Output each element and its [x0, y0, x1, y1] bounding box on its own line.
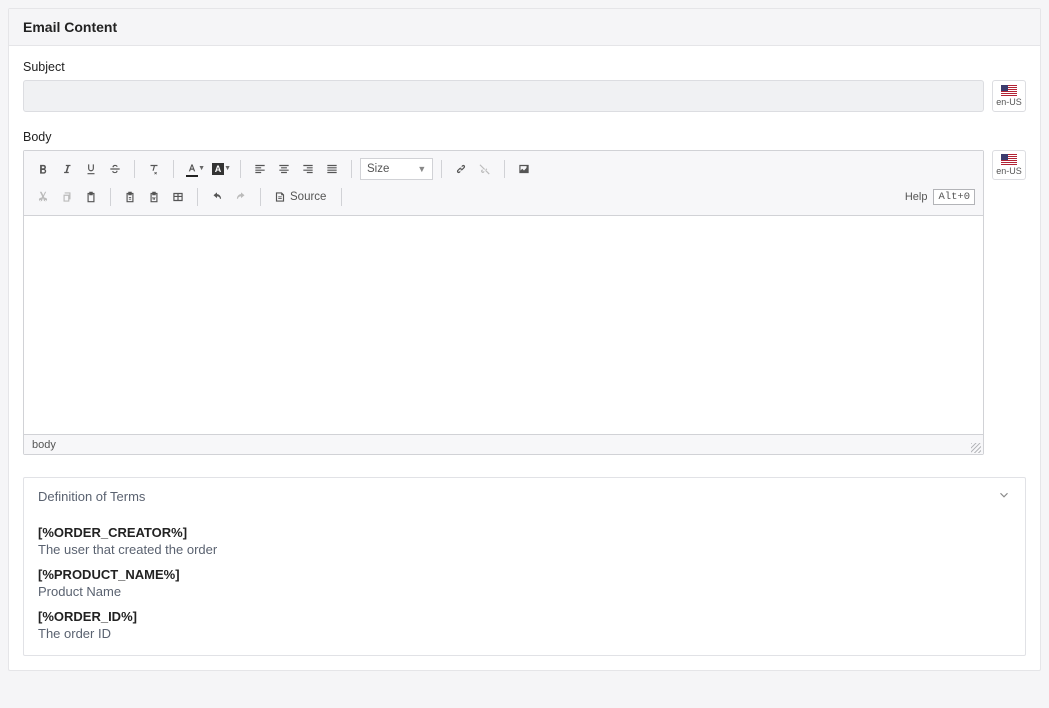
editor-path[interactable]: body [32, 439, 56, 451]
cut-button [32, 186, 54, 208]
image-button[interactable] [513, 158, 535, 180]
panel-title: Email Content [9, 9, 1040, 46]
clear-format-button[interactable] [143, 158, 165, 180]
align-center-button[interactable] [273, 158, 295, 180]
toolbar-separator [110, 188, 111, 206]
subject-row: en-US [23, 80, 1026, 112]
term-item: [%ORDER_CREATOR%] The user that created … [38, 525, 1011, 557]
term-token: [%PRODUCT_NAME%] [38, 567, 1011, 582]
term-token: [%ORDER_ID%] [38, 609, 1011, 624]
email-content-panel: Email Content Subject en-US Body [8, 8, 1041, 671]
terms-title: Definition of Terms [38, 489, 145, 504]
editor-content-area[interactable] [24, 216, 983, 434]
term-token: [%ORDER_CREATOR%] [38, 525, 1011, 540]
body-row: ▼ A ▼ Size ▼ [23, 150, 1026, 455]
toolbar-separator [441, 160, 442, 178]
locale-chip-subject[interactable]: en-US [992, 80, 1026, 112]
bold-button[interactable] [32, 158, 54, 180]
toolbar-separator [240, 160, 241, 178]
toolbar-separator [351, 160, 352, 178]
subject-label: Subject [23, 60, 1026, 74]
align-right-button[interactable] [297, 158, 319, 180]
italic-button[interactable] [56, 158, 78, 180]
help-shortcut: Alt+0 [933, 189, 975, 205]
paste-text-button[interactable] [119, 186, 141, 208]
rich-text-editor: ▼ A ▼ Size ▼ [23, 150, 984, 455]
help-zone: Help Alt+0 [905, 189, 975, 205]
font-size-label: Size [367, 163, 389, 175]
term-item: [%PRODUCT_NAME%] Product Name [38, 567, 1011, 599]
us-flag-icon [1001, 154, 1017, 165]
redo-button [230, 186, 252, 208]
term-desc: The user that created the order [38, 542, 1011, 557]
panel-body: Subject en-US Body [9, 46, 1040, 670]
undo-button[interactable] [206, 186, 228, 208]
unlink-button [474, 158, 496, 180]
text-color-button[interactable]: ▼ [182, 158, 206, 180]
locale-code: en-US [996, 166, 1022, 176]
chevron-down-icon [997, 488, 1011, 505]
align-left-button[interactable] [249, 158, 271, 180]
chevron-down-icon: ▼ [417, 164, 426, 174]
term-desc: Product Name [38, 584, 1011, 599]
link-button[interactable] [450, 158, 472, 180]
toolbar-separator [504, 160, 505, 178]
source-button[interactable]: Source [269, 186, 333, 208]
paste-button[interactable] [80, 186, 102, 208]
chevron-down-icon: ▼ [224, 165, 231, 172]
us-flag-icon [1001, 85, 1017, 96]
chevron-down-icon: ▼ [198, 165, 205, 172]
editor-footer: body [24, 434, 983, 454]
definition-of-terms-panel: Definition of Terms [%ORDER_CREATOR%] Th… [23, 477, 1026, 656]
terms-header[interactable]: Definition of Terms [24, 478, 1025, 515]
insert-table-button[interactable] [167, 186, 189, 208]
help-label[interactable]: Help [905, 191, 928, 203]
source-label: Source [287, 191, 329, 203]
text-color-swatch [186, 175, 198, 177]
resize-grip-icon[interactable] [971, 443, 981, 453]
toolbar-separator [260, 188, 261, 206]
toolbar-separator [173, 160, 174, 178]
locale-chip-body[interactable]: en-US [992, 150, 1026, 180]
terms-body: [%ORDER_CREATOR%] The user that created … [24, 525, 1025, 655]
background-color-button[interactable]: A ▼ [208, 158, 232, 180]
font-size-select[interactable]: Size ▼ [360, 158, 433, 180]
toolbar-separator [341, 188, 342, 206]
term-item: [%ORDER_ID%] The order ID [38, 609, 1011, 641]
strikethrough-button[interactable] [104, 158, 126, 180]
paste-word-button[interactable] [143, 186, 165, 208]
subject-input[interactable] [23, 80, 984, 112]
locale-code: en-US [996, 97, 1022, 107]
align-justify-button[interactable] [321, 158, 343, 180]
editor-toolbar: ▼ A ▼ Size ▼ [24, 151, 983, 216]
toolbar-separator [197, 188, 198, 206]
copy-button [56, 186, 78, 208]
toolbar-separator [134, 160, 135, 178]
term-desc: The order ID [38, 626, 1011, 641]
underline-button[interactable] [80, 158, 102, 180]
body-label: Body [23, 130, 1026, 144]
